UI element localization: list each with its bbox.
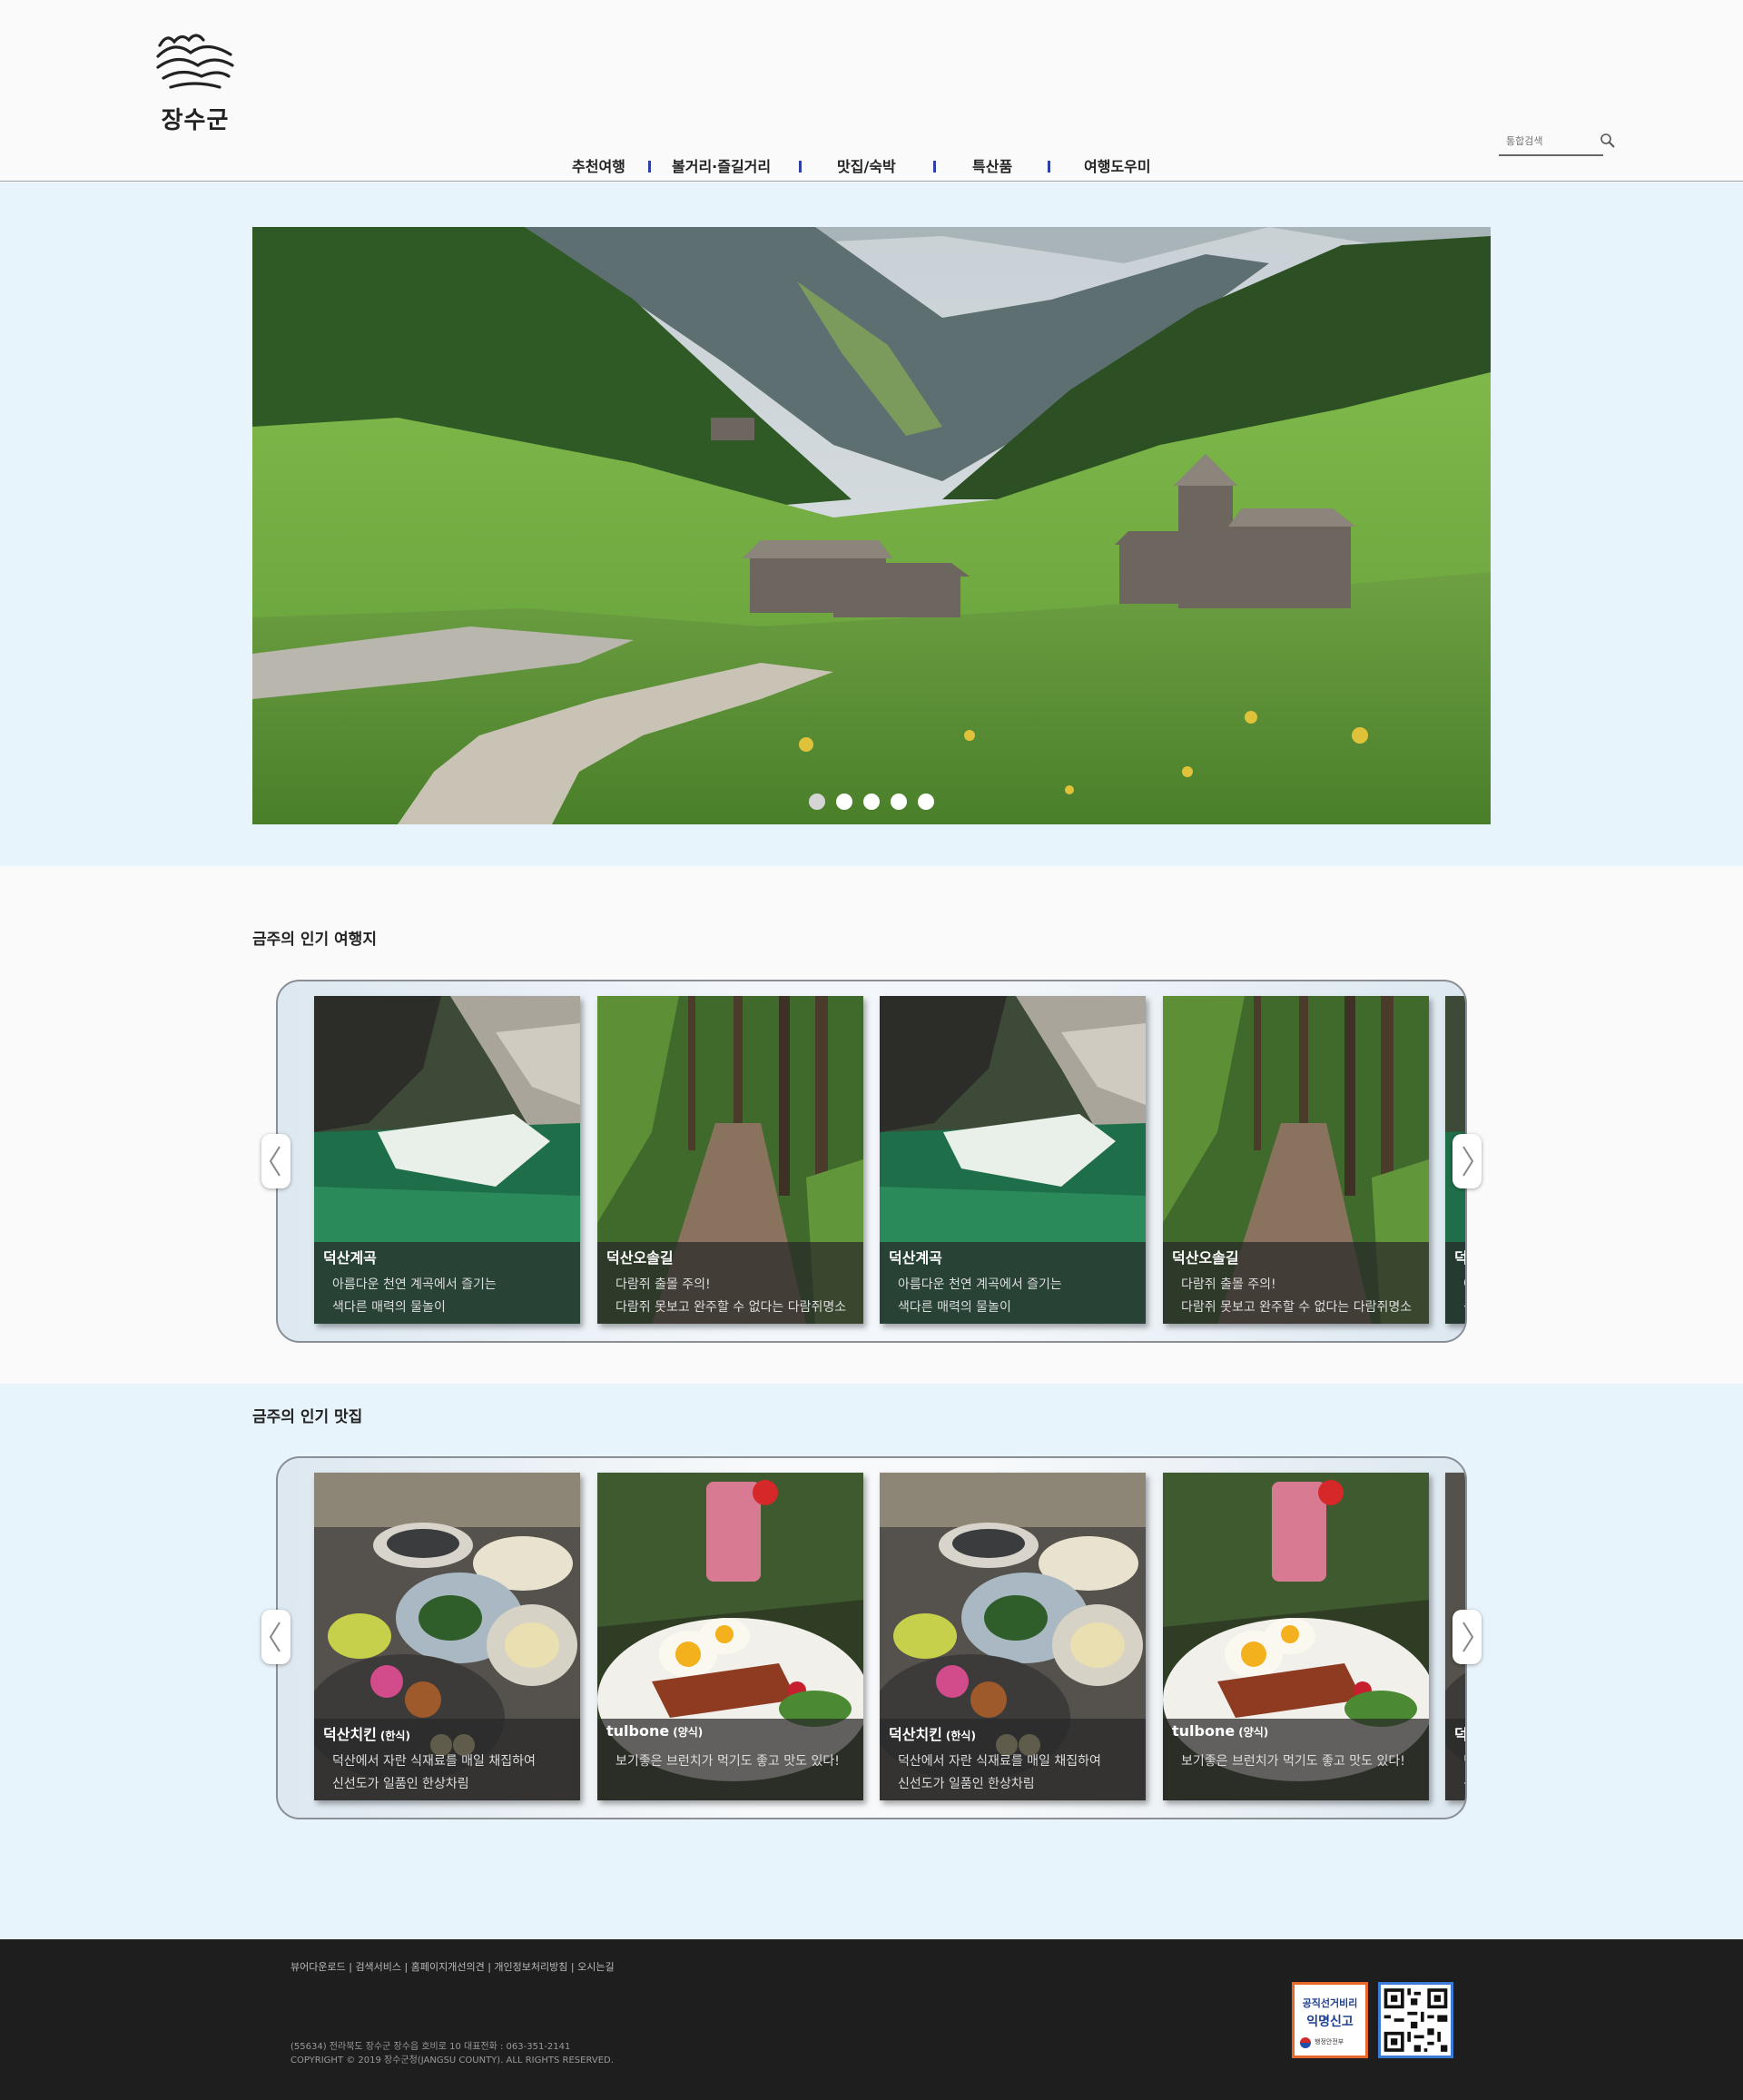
footer-address: (55634) 전라북도 장수군 장수읍 호비로 10 대표전화 : 063-3… xyxy=(290,2042,571,2052)
card-title: 덕 xyxy=(1454,1249,1467,1267)
card-tag: (양식) xyxy=(673,1726,704,1739)
card-desc-line2: 색 xyxy=(1463,1297,1465,1316)
card-title: 덕산오솔길 xyxy=(1172,1249,1239,1267)
footer-link-feedback[interactable]: 홈페이지개선의견 xyxy=(411,1961,485,1973)
card-desc-line2: 신선도가 일품인 한상차림 xyxy=(332,1777,469,1791)
card-caption: 덕산치킨 (한식) 덕산에서 자란 식재료를 매일 채집하여 신선도가 일품인 한… xyxy=(314,1719,580,1800)
popular-food-title: 금주의 인기 맛집 xyxy=(252,1408,363,1426)
footer-link-privacy[interactable]: 개인정보처리방침 xyxy=(494,1961,567,1973)
travel-prev-arrow[interactable] xyxy=(261,1134,290,1188)
card-desc-line2: 색다른 매력의 물놀이 xyxy=(332,1300,446,1315)
footer-link-search[interactable]: 검색서비스 xyxy=(355,1961,401,1973)
slide-dot-5[interactable] xyxy=(918,794,934,810)
card-title: tulbone (양식) xyxy=(606,1722,703,1740)
travel-next-arrow[interactable] xyxy=(1452,1134,1482,1188)
travel-carousel: 덕산계곡 아름다운 천연 계곡에서 즐기는 색다른 매력의 물놀이 덕산오솔길 … xyxy=(276,980,1467,1343)
hero-slide-image[interactable] xyxy=(252,227,1491,824)
food-prev-arrow[interactable] xyxy=(261,1610,290,1664)
card-title: 덕 xyxy=(1454,1722,1467,1744)
food-card[interactable]: tulbone (양식) 보기좋은 브런치가 먹기도 좋고 맛도 있다! xyxy=(1163,1473,1429,1800)
card-title-text: 덕산치킨 xyxy=(323,1726,377,1743)
card-title-text: 덕산치킨 xyxy=(889,1726,942,1743)
qr-code-icon[interactable] xyxy=(1378,1982,1453,2058)
travel-card[interactable]: 덕산계곡 아름다운 천연 계곡에서 즐기는 색다른 매력의 물놀이 xyxy=(314,996,580,1324)
nav-separator xyxy=(799,161,802,173)
card-title-text: 덕 xyxy=(1454,1726,1467,1743)
search-input[interactable] xyxy=(1499,128,1603,154)
card-tag: (한식) xyxy=(379,1730,410,1742)
card-desc-line2: 다람쥐 못보고 완주할 수 없다는 다람쥐명소 xyxy=(615,1300,847,1315)
nav-separator xyxy=(648,161,651,173)
site-header xyxy=(0,0,1743,182)
nav-item-attractions[interactable]: 볼거리·즐길거리 xyxy=(672,156,771,178)
card-caption: tulbone (양식) 보기좋은 브런치가 먹기도 좋고 맛도 있다! xyxy=(1163,1719,1429,1800)
food-next-arrow[interactable] xyxy=(1452,1610,1482,1664)
card-caption: 덕산오솔길 다람쥐 출몰 주의! 다람쥐 못보고 완주할 수 없다는 다람쥐명소 xyxy=(1163,1242,1429,1324)
card-caption: 덕산치킨 (한식) 덕산에서 자란 식재료를 매일 채집하여 신선도가 일품인 한… xyxy=(880,1719,1146,1800)
search-icon[interactable] xyxy=(1600,133,1616,149)
card-caption: 덕산계곡 아름다운 천연 계곡에서 즐기는 색다른 매력의 물놀이 xyxy=(314,1242,580,1324)
card-desc-line1: 다람쥐 출몰 주의! xyxy=(1181,1277,1276,1292)
popular-travel-title: 금주의 인기 여행지 xyxy=(252,931,377,949)
card-caption: 덕산오솔길 다람쥐 출몰 주의! 다람쥐 못보고 완주할 수 없다는 다람쥐명소 xyxy=(597,1242,863,1324)
nav-item-recommended-travel[interactable]: 추천여행 xyxy=(572,156,625,178)
footer-link-viewer[interactable]: 뷰어다운로드 xyxy=(290,1961,346,1973)
travel-card[interactable]: 덕산계곡 아름다운 천연 계곡에서 즐기는 색다른 매력의 물놀이 xyxy=(880,996,1146,1324)
food-card[interactable]: tulbone (양식) 보기좋은 브런치가 먹기도 좋고 맛도 있다! xyxy=(597,1473,863,1800)
election-report-badge[interactable]: 공직선거비리 익명신고 행정안전부 xyxy=(1292,1982,1368,2058)
badge-line1: 공직선거비리 xyxy=(1302,1997,1358,2009)
nav-separator xyxy=(1048,161,1050,173)
card-desc-line1: 다람쥐 출몰 주의! xyxy=(615,1277,711,1292)
nav-item-specialties[interactable]: 특산품 xyxy=(972,156,1012,178)
card-desc-line1: 아 xyxy=(1463,1275,1465,1293)
nav-item-travel-help[interactable]: 여행도우미 xyxy=(1084,156,1151,178)
card-caption: 덕산계곡 아름다운 천연 계곡에서 즐기는 색다른 매력의 물놀이 xyxy=(880,1242,1146,1324)
card-caption: 덕 아 색 xyxy=(1445,1242,1467,1324)
card-tag: (한식) xyxy=(945,1730,976,1742)
badge-line2: 익명신고 xyxy=(1306,2015,1354,2029)
card-caption: tulbone (양식) 보기좋은 브런치가 먹기도 좋고 맛도 있다! xyxy=(597,1719,863,1800)
card-desc-line2: 다람쥐 못보고 완주할 수 없다는 다람쥐명소 xyxy=(1181,1300,1413,1315)
search-box[interactable] xyxy=(1499,128,1603,156)
card-desc-line1: 보기좋은 브런치가 먹기도 좋고 맛도 있다! xyxy=(615,1754,840,1769)
card-title: 덕산계곡 xyxy=(889,1249,942,1267)
travel-card[interactable]: 덕산오솔길 다람쥐 출몰 주의! 다람쥐 못보고 완주할 수 없다는 다람쥐명소 xyxy=(1163,996,1429,1324)
food-carousel: 덕산치킨 (한식) 덕산에서 자란 식재료를 매일 채집하여 신선도가 일품인 한… xyxy=(276,1456,1467,1819)
slide-dot-3[interactable] xyxy=(863,794,880,810)
footer-links: 뷰어다운로드 | 검색서비스 | 홈페이지개선의견 | 개인정보처리방침 | 오… xyxy=(290,1961,615,1973)
travel-card[interactable]: 덕산오솔길 다람쥐 출몰 주의! 다람쥐 못보고 완주할 수 없다는 다람쥐명소 xyxy=(597,996,863,1324)
card-title: 덕산오솔길 xyxy=(606,1249,674,1267)
footer-link-directions[interactable]: 오시는길 xyxy=(577,1961,614,1973)
slide-dot-1[interactable] xyxy=(809,794,825,810)
slide-dot-4[interactable] xyxy=(891,794,907,810)
card-desc-line1: 아름다운 천연 계곡에서 즐기는 xyxy=(898,1277,1062,1292)
card-caption: 덕 덕 신 xyxy=(1445,1719,1467,1800)
card-title: 덕산계곡 xyxy=(323,1249,377,1267)
slide-dot-2[interactable] xyxy=(836,794,852,810)
footer-copyright: COPYRIGHT © 2019 장수군청(JANGSU COUNTY). AL… xyxy=(290,2056,614,2065)
card-desc-line1: 덕산에서 자란 식재료를 매일 채집하여 xyxy=(332,1754,536,1769)
card-tag: (양식) xyxy=(1238,1726,1269,1739)
nav-separator xyxy=(933,161,936,173)
card-title: 덕산치킨 (한식) xyxy=(889,1722,976,1744)
card-desc-line2: 색다른 매력의 물놀이 xyxy=(898,1300,1011,1315)
card-desc-line2: 신 xyxy=(1463,1774,1465,1792)
logo-text: 장수군 xyxy=(161,107,230,134)
site-footer xyxy=(0,1939,1743,2100)
card-title-text: tulbone xyxy=(606,1722,670,1740)
card-title-text: tulbone xyxy=(1172,1722,1236,1740)
badge-org: 행정안전부 xyxy=(1315,2038,1344,2046)
card-title: 덕산치킨 (한식) xyxy=(323,1722,410,1744)
card-desc-line1: 덕 xyxy=(1463,1751,1465,1770)
card-desc-line2: 신선도가 일품인 한상차림 xyxy=(898,1777,1035,1791)
food-card[interactable]: 덕산치킨 (한식) 덕산에서 자란 식재료를 매일 채집하여 신선도가 일품인 한… xyxy=(314,1473,580,1800)
card-desc-line1: 아름다운 천연 계곡에서 즐기는 xyxy=(332,1277,497,1292)
nav-item-food-lodging[interactable]: 맛집/숙박 xyxy=(837,156,896,178)
food-card[interactable]: 덕산치킨 (한식) 덕산에서 자란 식재료를 매일 채집하여 신선도가 일품인 한… xyxy=(880,1473,1146,1800)
taegeuk-icon xyxy=(1300,2037,1311,2048)
card-desc-line1: 보기좋은 브런치가 먹기도 좋고 맛도 있다! xyxy=(1181,1754,1405,1769)
card-title: tulbone (양식) xyxy=(1172,1722,1268,1740)
card-desc-line1: 덕산에서 자란 식재료를 매일 채집하여 xyxy=(898,1754,1101,1769)
